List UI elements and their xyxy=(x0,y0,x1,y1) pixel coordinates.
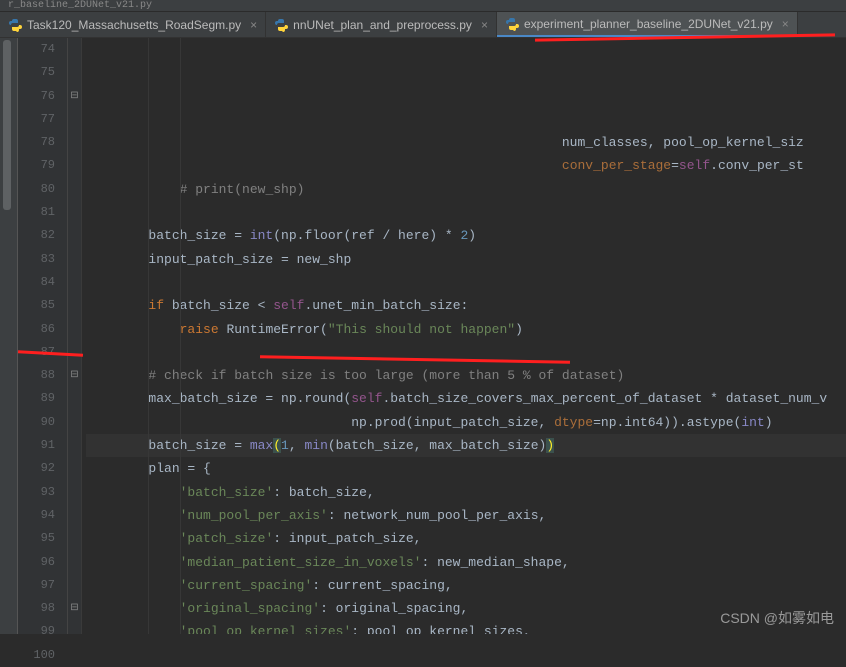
fold-marker xyxy=(68,224,81,247)
line-number: 74 xyxy=(18,38,55,61)
left-stripe xyxy=(0,38,18,634)
fold-marker xyxy=(68,457,81,480)
fold-marker xyxy=(68,178,81,201)
code-line[interactable]: conv_per_stage=self.conv_per_st xyxy=(86,154,846,177)
code-line[interactable]: 'num_pool_per_axis': network_num_pool_pe… xyxy=(86,504,846,527)
code-line[interactable]: if batch_size < self.unet_min_batch_size… xyxy=(86,294,846,317)
line-number: 99 xyxy=(18,620,55,643)
fold-marker xyxy=(68,504,81,527)
fold-marker xyxy=(68,551,81,574)
tab-label: Task120_Massachusetts_RoadSegm.py xyxy=(27,18,241,32)
line-number: 80 xyxy=(18,178,55,201)
fold-marker[interactable]: ⊟ xyxy=(68,85,81,108)
close-icon[interactable]: × xyxy=(778,17,789,31)
scrollbar-thumb[interactable] xyxy=(3,40,11,210)
line-number: 91 xyxy=(18,434,55,457)
line-number: 93 xyxy=(18,481,55,504)
fold-marker xyxy=(68,481,81,504)
code-line[interactable]: 'batch_size': batch_size, xyxy=(86,481,846,504)
line-number: 79 xyxy=(18,154,55,177)
fold-marker xyxy=(68,38,81,61)
python-file-icon xyxy=(505,17,519,31)
fold-column: ⊟ ⊟ ⊟ xyxy=(68,38,82,634)
title-bar: r_baseline_2DUNet_v21.py xyxy=(0,0,846,12)
fold-marker xyxy=(68,644,81,667)
code-line[interactable]: np.prod(input_patch_size, dtype=np.int64… xyxy=(86,411,846,434)
line-number: 82 xyxy=(18,224,55,247)
fold-marker xyxy=(68,154,81,177)
line-number: 83 xyxy=(18,248,55,271)
fold-marker xyxy=(68,411,81,434)
code-line[interactable]: 'median_patient_size_in_voxels': new_med… xyxy=(86,551,846,574)
tab-0[interactable]: Task120_Massachusetts_RoadSegm.py × xyxy=(0,12,266,37)
code-line[interactable]: raise RuntimeError("This should not happ… xyxy=(86,318,846,341)
code-line[interactable]: 'original_spacing': original_spacing, xyxy=(86,597,846,620)
fold-marker[interactable]: ⊟ xyxy=(68,364,81,387)
fold-marker[interactable]: ⊟ xyxy=(68,597,81,620)
line-number: 97 xyxy=(18,574,55,597)
code-line[interactable]: input_patch_size = new_shp xyxy=(86,248,846,271)
fold-marker xyxy=(68,527,81,550)
python-file-icon xyxy=(8,18,22,32)
code-line[interactable] xyxy=(86,271,846,294)
line-number: 86 xyxy=(18,318,55,341)
line-number: 90 xyxy=(18,411,55,434)
line-number-gutter: 7475767778798081828384858687888990919293… xyxy=(18,38,68,634)
line-number: 98 xyxy=(18,597,55,620)
fold-marker xyxy=(68,341,81,364)
line-number: 77 xyxy=(18,108,55,131)
fold-marker xyxy=(68,294,81,317)
code-line[interactable]: batch_size = max(1, min(batch_size, max_… xyxy=(86,434,846,457)
fold-marker xyxy=(68,248,81,271)
fold-marker xyxy=(68,271,81,294)
tab-1[interactable]: nnUNet_plan_and_preprocess.py × xyxy=(266,12,497,37)
code-line[interactable]: # print(new_shp) xyxy=(86,178,846,201)
line-number: 89 xyxy=(18,387,55,410)
code-line[interactable] xyxy=(86,341,846,364)
code-line[interactable]: 'current_spacing': current_spacing, xyxy=(86,574,846,597)
code-line[interactable]: batch_size = int(np.floor(ref / here) * … xyxy=(86,224,846,247)
line-number: 78 xyxy=(18,131,55,154)
line-number: 94 xyxy=(18,504,55,527)
fold-marker xyxy=(68,108,81,131)
line-number: 100 xyxy=(18,644,55,667)
line-number: 87 xyxy=(18,341,55,364)
line-number: 96 xyxy=(18,551,55,574)
code-line[interactable] xyxy=(86,201,846,224)
line-number: 92 xyxy=(18,457,55,480)
code-line[interactable]: num_classes, pool_op_kernel_siz xyxy=(86,131,846,154)
code-line[interactable]: # check if batch size is too large (more… xyxy=(86,364,846,387)
code-line[interactable]: plan = { xyxy=(86,457,846,480)
line-number: 75 xyxy=(18,61,55,84)
tab-label: experiment_planner_baseline_2DUNet_v21.p… xyxy=(524,17,773,31)
line-number: 76 xyxy=(18,85,55,108)
tab-bar: Task120_Massachusetts_RoadSegm.py×nnUNet… xyxy=(0,12,846,38)
fold-marker xyxy=(68,434,81,457)
code-line[interactable]: max_batch_size = np.round(self.batch_siz… xyxy=(86,387,846,410)
close-icon[interactable]: × xyxy=(477,18,488,32)
code-line[interactable]: 'patch_size': input_patch_size, xyxy=(86,527,846,550)
code-area[interactable]: num_classes, pool_op_kernel_siz conv_per… xyxy=(82,38,846,634)
tab-2[interactable]: experiment_planner_baseline_2DUNet_v21.p… xyxy=(497,12,798,37)
fold-marker xyxy=(68,318,81,341)
line-number: 95 xyxy=(18,527,55,550)
fold-marker xyxy=(68,620,81,643)
python-file-icon xyxy=(274,18,288,32)
fold-marker xyxy=(68,201,81,224)
fold-marker xyxy=(68,387,81,410)
line-number: 81 xyxy=(18,201,55,224)
line-number: 85 xyxy=(18,294,55,317)
close-icon[interactable]: × xyxy=(246,18,257,32)
fold-marker xyxy=(68,574,81,597)
fold-marker xyxy=(68,131,81,154)
editor-area: 7475767778798081828384858687888990919293… xyxy=(0,38,846,634)
title-text: r_baseline_2DUNet_v21.py xyxy=(8,0,152,11)
line-number: 84 xyxy=(18,271,55,294)
code-line[interactable]: 'pool_op_kernel_sizes': pool_op_kernel_s… xyxy=(86,620,846,634)
tab-label: nnUNet_plan_and_preprocess.py xyxy=(293,18,472,32)
fold-marker xyxy=(68,61,81,84)
line-number: 88 xyxy=(18,364,55,387)
